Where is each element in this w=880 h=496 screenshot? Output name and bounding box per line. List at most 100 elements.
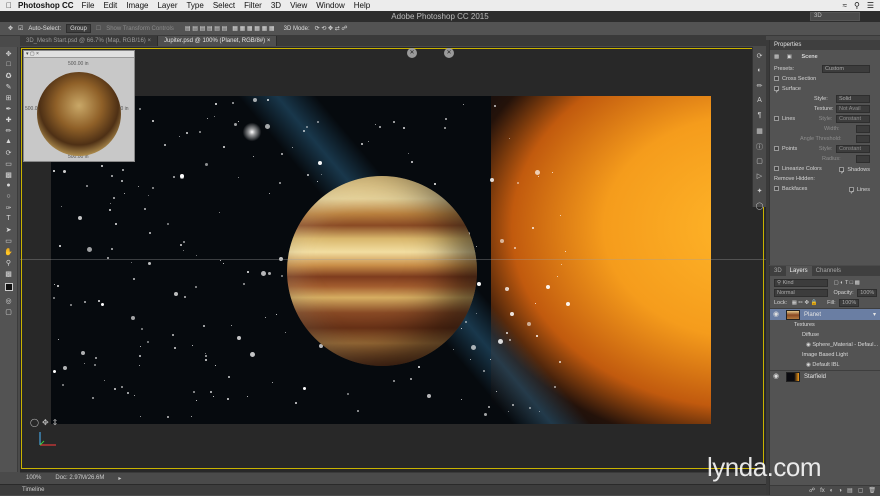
sublayer-sphere-material[interactable]: ◉ Sphere_Material - Defaul...: [770, 340, 880, 350]
adjustments-icon[interactable]: ◐: [755, 67, 765, 77]
type-tool-icon[interactable]: T: [3, 214, 15, 223]
presets-dropdown[interactable]: Custom: [822, 65, 870, 73]
align-icons[interactable]: ▤ ▤ ▤ ▤ ▤ ▤: [185, 25, 227, 32]
3d-mode-icons[interactable]: ⟳ ⟲ ✥ ⇄ ☍: [315, 25, 348, 32]
healing-tool-icon[interactable]: ✚: [3, 115, 15, 124]
move-tool-icon[interactable]: ✥: [3, 49, 15, 58]
backfaces-checkbox[interactable]: [774, 186, 779, 192]
sublayer-diffuse[interactable]: Diffuse: [770, 330, 880, 340]
surface-row[interactable]: ✓Surface: [770, 84, 880, 95]
properties-tab[interactable]: Properties: [770, 40, 880, 50]
status-arrow-icon[interactable]: ▸: [118, 475, 121, 482]
pan-icon[interactable]: ✥: [42, 418, 49, 427]
quick-mask-icon[interactable]: ◎: [3, 296, 15, 305]
lines-hidden-checkbox-group[interactable]: ✓Lines: [848, 185, 870, 196]
cross-section-row[interactable]: Cross Section: [770, 74, 880, 84]
marquee-tool-icon[interactable]: □: [3, 60, 15, 69]
cross-section-checkbox[interactable]: [774, 76, 779, 82]
angle-field[interactable]: [856, 135, 870, 143]
filter-kind-dropdown[interactable]: ⚲ Kind: [774, 279, 828, 287]
menu-layer[interactable]: Layer: [157, 1, 177, 10]
scene-icon[interactable]: ▩: [774, 54, 779, 60]
zoom-tool-icon[interactable]: ⚲: [3, 258, 15, 267]
foreground-background-color-icon[interactable]: [3, 280, 15, 294]
new-layer-icon[interactable]: ▢: [858, 486, 864, 495]
sublayer-ibl[interactable]: Image Based Light: [770, 350, 880, 360]
camera-icon[interactable]: ▣: [787, 54, 792, 60]
hand-tool-icon[interactable]: ✋: [3, 247, 15, 256]
fx-icon[interactable]: fx: [820, 486, 825, 495]
path-select-tool-icon[interactable]: ➤: [3, 225, 15, 234]
auto-select-dropdown[interactable]: Group: [66, 24, 91, 33]
layer-row-starfield[interactable]: ◉ Starfield: [770, 370, 880, 382]
zoom-level[interactable]: 100%: [26, 475, 41, 481]
link-icon[interactable]: ☍: [809, 486, 815, 495]
lines-hidden-checkbox[interactable]: ✓: [848, 187, 854, 196]
brush-tool-icon[interactable]: ✏: [3, 126, 15, 135]
adjustment-icon[interactable]: ◑: [838, 486, 842, 495]
tab-3d[interactable]: 3D: [770, 266, 786, 276]
width-field[interactable]: [856, 125, 870, 133]
actions-icon[interactable]: ▷: [755, 172, 765, 182]
dodge-tool-icon[interactable]: ○: [3, 192, 15, 201]
close-icon[interactable]: ×: [147, 38, 151, 44]
character-icon[interactable]: A: [755, 97, 765, 107]
blur-tool-icon[interactable]: ●: [3, 181, 15, 190]
dolly-icon[interactable]: ⇕: [52, 418, 59, 427]
history-brush-tool-icon[interactable]: ⟳: [3, 148, 15, 157]
texture-dropdown[interactable]: Not Avail: [836, 105, 870, 113]
camera-view-icon[interactable]: ✕: [407, 48, 417, 58]
wifi-icon[interactable]: ≈: [843, 1, 847, 10]
light-view-icon[interactable]: ✕: [444, 48, 454, 58]
move-tool-icon[interactable]: ✥: [8, 25, 13, 32]
workspace-switcher[interactable]: 3D: [810, 12, 860, 21]
pen-tool-icon[interactable]: ✑: [3, 203, 15, 212]
blend-mode-dropdown[interactable]: Normal: [774, 289, 828, 297]
lock-icons[interactable]: ▦ ✏ ✥ 🔒: [792, 300, 818, 306]
lines-checkbox[interactable]: [774, 116, 779, 122]
list-icon[interactable]: ☰: [867, 1, 874, 10]
gradient-tool-icon[interactable]: ▩: [3, 170, 15, 179]
tab-jupiter[interactable]: Jupiter.psd @ 100% (Planet, RGB/8#) ×: [158, 36, 278, 46]
swatches-icon[interactable]: ▦: [755, 127, 765, 137]
menu-edit[interactable]: Edit: [103, 1, 117, 10]
eyedropper-tool-icon[interactable]: ✒: [3, 104, 15, 113]
shadows-checkbox[interactable]: ✓: [839, 167, 845, 176]
crop-tool-icon[interactable]: ⊞: [3, 93, 15, 102]
visibility-eye-icon[interactable]: ◉: [773, 371, 779, 383]
screen-mode-icon[interactable]: ▢: [3, 307, 15, 316]
eye-icon[interactable]: ◉: [806, 362, 811, 368]
eraser-tool-icon[interactable]: ▭: [3, 159, 15, 168]
transform-controls-checkbox[interactable]: ☐: [96, 25, 101, 32]
default-colors-icon[interactable]: ▩: [3, 269, 15, 278]
paragraph-icon[interactable]: ¶: [755, 112, 765, 122]
mask-icon[interactable]: ◐: [830, 486, 834, 495]
layer-row-planet[interactable]: ◉ Planet ▾: [770, 308, 880, 320]
lasso-tool-icon[interactable]: ✪: [3, 71, 15, 80]
sublayer-textures[interactable]: Textures: [770, 320, 880, 330]
history-icon[interactable]: ⟳: [755, 52, 765, 62]
filter-icons[interactable]: ▢ ◐ T □ ▩: [834, 280, 860, 286]
shape-tool-icon[interactable]: ▭: [3, 236, 15, 245]
lines-style-dropdown[interactable]: Constant: [836, 115, 870, 123]
menu-view[interactable]: View: [290, 1, 307, 10]
brush-presets-icon[interactable]: ✏: [755, 82, 765, 92]
3d-axis-widget[interactable]: [34, 429, 60, 449]
radius-field[interactable]: [856, 155, 870, 163]
linearize-row[interactable]: Linearize Colors ✓Shadows: [770, 164, 880, 176]
fill-field[interactable]: 100%: [839, 299, 860, 307]
info-icon[interactable]: ⓘ: [755, 142, 765, 152]
eye-icon[interactable]: ◉: [806, 342, 811, 348]
canvas-area[interactable]: ✕ ✕ ▾ ▢ × 500.00 in 500.00 in 500.00 in …: [20, 47, 766, 472]
clone-stamp-tool-icon[interactable]: ▲: [3, 137, 15, 146]
app-menu[interactable]: Photoshop CC: [18, 1, 74, 10]
close-icon[interactable]: ×: [267, 38, 271, 44]
menu-filter[interactable]: Filter: [244, 1, 262, 10]
tab-channels[interactable]: Channels: [812, 266, 845, 276]
surface-checkbox[interactable]: ✓: [774, 86, 780, 95]
menu-file[interactable]: File: [82, 1, 95, 10]
styles-icon[interactable]: ▢: [755, 157, 765, 167]
points-style-dropdown[interactable]: Constant: [836, 145, 870, 153]
orbit-icon[interactable]: ◯: [30, 418, 39, 427]
points-checkbox[interactable]: [774, 146, 779, 152]
